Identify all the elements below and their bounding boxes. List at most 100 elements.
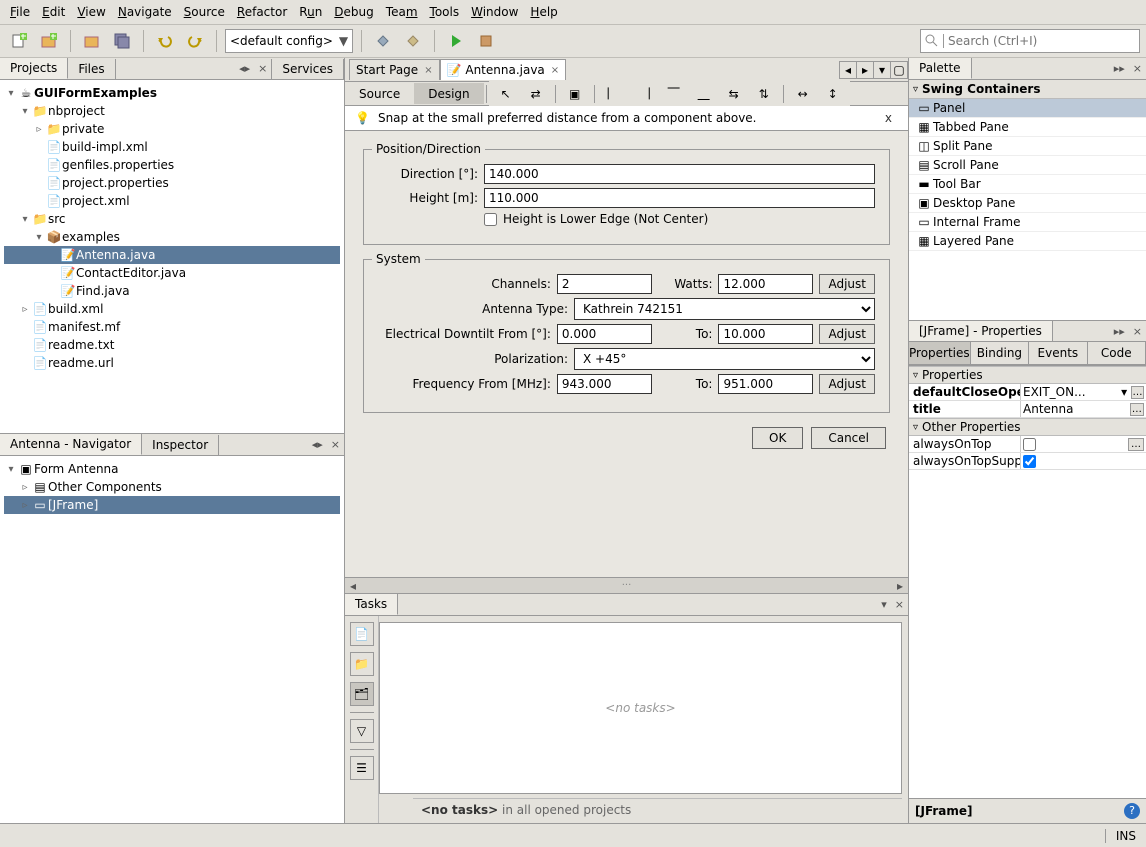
align-top-icon[interactable]: ⎺ <box>661 81 687 107</box>
align-left-icon[interactable]: ⎸ <box>601 81 627 107</box>
nav-jframe[interactable]: ▹▭[JFrame] <box>4 496 340 514</box>
tree-nbproject[interactable]: ▾📁nbproject <box>4 102 340 120</box>
align-bottom-icon[interactable]: ⎽ <box>691 81 717 107</box>
build-icon[interactable] <box>370 28 396 54</box>
scroll-right-icon[interactable]: ▸ <box>892 579 908 593</box>
prop-tab-code[interactable]: Code <box>1087 341 1146 365</box>
palette-item-panel[interactable]: ▭Panel <box>909 99 1146 118</box>
menu-tools[interactable]: Tools <box>424 2 466 22</box>
menu-view[interactable]: View <box>71 2 111 22</box>
tasks-min-icon[interactable]: ▾ <box>877 598 891 611</box>
palette-list[interactable]: ▿Swing Containers ▭Panel ▦Tabbed Pane ◫S… <box>909 80 1146 320</box>
tree-readme-url[interactable]: 📄readme.url <box>4 354 340 372</box>
run-config-combo[interactable]: <default config> ▼ <box>225 29 353 53</box>
tasks-projects-icon[interactable]: 🗂 <box>350 682 374 706</box>
adjust-freq-button[interactable]: Adjust <box>819 374 875 394</box>
palette-min-icon[interactable]: ▸▸ <box>1110 62 1129 75</box>
prop-tab-events[interactable]: Events <box>1028 341 1087 365</box>
help-icon[interactable]: ? <box>1124 803 1140 819</box>
editor-maximize-icon[interactable]: ▢ <box>890 61 908 79</box>
tree-manifest[interactable]: 📄manifest.mf <box>4 318 340 336</box>
prop-section-other[interactable]: ▿Other Properties <box>909 418 1146 436</box>
editor-prev-icon[interactable]: ◂ <box>839 61 857 79</box>
tree-readme-txt[interactable]: 📄readme.txt <box>4 336 340 354</box>
prop-row-title[interactable]: title … <box>909 401 1146 418</box>
direction-input[interactable] <box>484 164 875 184</box>
tree-src[interactable]: ▾📁src <box>4 210 340 228</box>
tab-projects[interactable]: Projects <box>0 58 68 79</box>
prop-edit-icon[interactable]: … <box>1131 386 1144 399</box>
prop-edit-icon[interactable]: … <box>1128 438 1144 451</box>
props-close-icon[interactable]: × <box>1129 325 1146 338</box>
tasks-close-icon[interactable]: × <box>891 598 908 611</box>
tab-palette[interactable]: Palette <box>909 58 972 79</box>
palette-category[interactable]: ▿Swing Containers <box>909 80 1146 99</box>
tab-inspector[interactable]: Inspector <box>142 435 219 455</box>
tree-root[interactable]: ▾☕GUIFormExamples <box>4 84 340 102</box>
tasks-filter-icon[interactable]: ▽ <box>350 719 374 743</box>
prop-row-alwaysontop[interactable]: alwaysOnTop … <box>909 436 1146 453</box>
tasks-file-icon[interactable]: 📄 <box>350 622 374 646</box>
undo-icon[interactable] <box>152 28 178 54</box>
tab-properties-panel[interactable]: [JFrame] - Properties <box>909 321 1053 342</box>
tree-examples[interactable]: ▾📦examples <box>4 228 340 246</box>
menu-navigate[interactable]: Navigate <box>112 2 178 22</box>
connect-mode-icon[interactable]: ⇄ <box>523 81 549 107</box>
tree-build-impl[interactable]: 📄build-impl.xml <box>4 138 340 156</box>
channels-input[interactable] <box>557 274 652 294</box>
prop-title-value[interactable] <box>1023 402 1130 416</box>
tasks-group-icon[interactable]: ☰ <box>350 756 374 780</box>
prop-alwaysontop-checkbox[interactable] <box>1023 438 1036 451</box>
tab-antenna-java[interactable]: 📝 Antenna.java× <box>440 59 567 80</box>
tab-source[interactable]: Source <box>345 84 414 104</box>
palette-item-layered[interactable]: ▦Layered Pane <box>909 232 1146 251</box>
palette-close-icon[interactable]: × <box>1129 62 1146 75</box>
palette-item-iframe[interactable]: ▭Internal Frame <box>909 213 1146 232</box>
prop-section-properties[interactable]: ▿Properties <box>909 366 1146 384</box>
palette-item-split[interactable]: ◫Split Pane <box>909 137 1146 156</box>
hint-close-icon[interactable]: x <box>879 111 898 125</box>
select-mode-icon[interactable]: ↖ <box>493 81 519 107</box>
prop-edit-icon[interactable]: … <box>1130 403 1144 416</box>
new-project-icon[interactable] <box>36 28 62 54</box>
freq-from-input[interactable] <box>557 374 652 394</box>
edt-to-input[interactable] <box>718 324 813 344</box>
prop-defaultclose-value[interactable] <box>1023 385 1117 399</box>
editor-next-icon[interactable]: ▸ <box>856 61 874 79</box>
editor-dropdown-icon[interactable]: ▾ <box>873 61 891 79</box>
menu-debug[interactable]: Debug <box>328 2 379 22</box>
menu-help[interactable]: Help <box>524 2 563 22</box>
menu-file[interactable]: File <box>4 2 36 22</box>
antenna-type-select[interactable]: Kathrein 742151 <box>574 298 875 320</box>
save-all-icon[interactable] <box>109 28 135 54</box>
palette-item-desktop[interactable]: ▣Desktop Pane <box>909 194 1146 213</box>
tasks-folder-icon[interactable]: 📁 <box>350 652 374 676</box>
debug-icon[interactable] <box>473 28 499 54</box>
new-file-icon[interactable] <box>6 28 32 54</box>
tab-tasks[interactable]: Tasks <box>345 594 398 615</box>
preview-icon[interactable]: ▣ <box>562 81 588 107</box>
props-min-icon[interactable]: ▸▸ <box>1110 325 1129 338</box>
menu-edit[interactable]: Edit <box>36 2 71 22</box>
close-icon[interactable]: × <box>424 65 432 76</box>
scroll-left-icon[interactable]: ◂ <box>345 579 361 593</box>
height-lower-checkbox[interactable] <box>484 213 497 226</box>
align-center-v-icon[interactable]: ⇅ <box>751 81 777 107</box>
adjust-watts-button[interactable]: Adjust <box>819 274 875 294</box>
prop-row-alwaysontopsup[interactable]: alwaysOnTopSupported <box>909 453 1146 470</box>
redo-icon[interactable] <box>182 28 208 54</box>
resize-h-icon[interactable]: ↔ <box>790 81 816 107</box>
tree-private[interactable]: ▹📁private <box>4 120 340 138</box>
tree-find[interactable]: 📝Find.java <box>4 282 340 300</box>
quick-search[interactable] <box>920 29 1140 53</box>
align-right-icon[interactable]: ⎹ <box>631 81 657 107</box>
tasks-list[interactable]: <no tasks> <box>379 622 902 794</box>
nav-other[interactable]: ▹▤Other Components <box>4 478 340 496</box>
panel-close-icon[interactable]: × <box>254 62 271 75</box>
palette-item-scroll[interactable]: ▤Scroll Pane <box>909 156 1146 175</box>
align-center-h-icon[interactable]: ⇆ <box>721 81 747 107</box>
chevron-down-icon[interactable]: ▾ <box>1117 385 1131 399</box>
tree-project-props[interactable]: 📄project.properties <box>4 174 340 192</box>
tree-project-xml[interactable]: 📄project.xml <box>4 192 340 210</box>
search-input[interactable] <box>948 34 1135 48</box>
